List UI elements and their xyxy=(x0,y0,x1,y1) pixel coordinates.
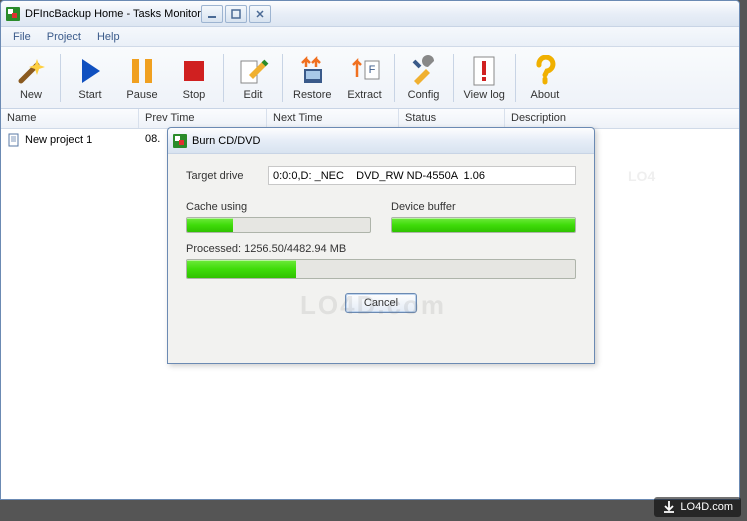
dialog-title: Burn CD/DVD xyxy=(192,135,260,147)
restore-icon xyxy=(296,55,328,87)
app-icon xyxy=(172,133,188,149)
pause-label: Pause xyxy=(126,89,157,101)
document-icon xyxy=(7,133,21,147)
start-label: Start xyxy=(78,89,101,101)
edit-button[interactable]: Edit xyxy=(227,50,279,106)
toolbar: New Start Pause Stop Edit Restore F Extr… xyxy=(1,47,739,109)
viewlog-button[interactable]: View log xyxy=(457,50,512,106)
toolbar-separator xyxy=(515,54,516,102)
stop-icon xyxy=(178,55,210,87)
main-titlebar[interactable]: DFIncBackup Home - Tasks Monitor xyxy=(1,1,739,27)
maximize-button[interactable] xyxy=(225,5,247,23)
viewlog-label: View log xyxy=(464,89,505,101)
col-status[interactable]: Status xyxy=(399,109,505,128)
wand-icon xyxy=(15,55,47,87)
restore-button[interactable]: Restore xyxy=(286,50,339,106)
config-label: Config xyxy=(408,89,440,101)
start-button[interactable]: Start xyxy=(64,50,116,106)
edit-label: Edit xyxy=(244,89,263,101)
cancel-button[interactable]: Cancel xyxy=(345,293,417,313)
menu-help[interactable]: Help xyxy=(89,29,128,45)
device-progress-fill xyxy=(392,218,575,232)
stop-label: Stop xyxy=(183,89,206,101)
cache-progress-fill xyxy=(187,218,233,232)
menu-project[interactable]: Project xyxy=(39,29,89,45)
app-icon xyxy=(5,6,21,22)
tools-icon xyxy=(408,55,440,87)
minimize-button[interactable] xyxy=(201,5,223,23)
target-drive-input[interactable] xyxy=(268,166,576,185)
extract-label: Extract xyxy=(347,89,381,101)
extract-button[interactable]: F Extract xyxy=(339,50,391,106)
restore-label: Restore xyxy=(293,89,332,101)
dialog-titlebar[interactable]: Burn CD/DVD xyxy=(168,128,594,154)
device-progress xyxy=(391,217,576,233)
col-prev[interactable]: Prev Time xyxy=(139,109,267,128)
about-button[interactable]: About xyxy=(519,50,571,106)
new-button[interactable]: New xyxy=(5,50,57,106)
burn-dialog: Burn CD/DVD Target drive Cache using Dev… xyxy=(167,127,595,364)
pause-icon xyxy=(126,55,158,87)
stop-button[interactable]: Stop xyxy=(168,50,220,106)
extract-icon: F xyxy=(349,55,381,87)
row-name: New project 1 xyxy=(25,134,92,146)
col-name[interactable]: Name xyxy=(1,109,139,128)
col-next[interactable]: Next Time xyxy=(267,109,399,128)
cache-label: Cache using xyxy=(186,201,371,213)
processed-progress xyxy=(186,259,576,279)
watermark-badge: LO4D.com xyxy=(654,497,741,517)
play-icon xyxy=(74,55,106,87)
col-desc[interactable]: Description xyxy=(505,109,685,128)
processed-label: Processed: 1256.50/4482.94 MB xyxy=(186,243,576,255)
toolbar-separator xyxy=(282,54,283,102)
toolbar-separator xyxy=(223,54,224,102)
edit-icon xyxy=(237,55,269,87)
about-label: About xyxy=(531,89,560,101)
processed-progress-fill xyxy=(187,260,296,278)
download-icon xyxy=(662,500,676,514)
new-label: New xyxy=(20,89,42,101)
device-buffer-label: Device buffer xyxy=(391,201,576,213)
svg-text:F: F xyxy=(368,64,375,76)
target-drive-label: Target drive xyxy=(186,170,258,182)
main-title: DFIncBackup Home - Tasks Monitor xyxy=(25,8,201,20)
toolbar-separator xyxy=(453,54,454,102)
log-icon xyxy=(468,55,500,87)
toolbar-separator xyxy=(60,54,61,102)
config-button[interactable]: Config xyxy=(398,50,450,106)
close-button[interactable] xyxy=(249,5,271,23)
pause-button[interactable]: Pause xyxy=(116,50,168,106)
column-headers: Name Prev Time Next Time Status Descript… xyxy=(1,109,739,129)
menu-file[interactable]: File xyxy=(5,29,39,45)
menubar: File Project Help xyxy=(1,27,739,47)
cache-progress xyxy=(186,217,371,233)
toolbar-separator xyxy=(394,54,395,102)
question-icon xyxy=(529,55,561,87)
watermark-text: LO4D.com xyxy=(680,501,733,513)
